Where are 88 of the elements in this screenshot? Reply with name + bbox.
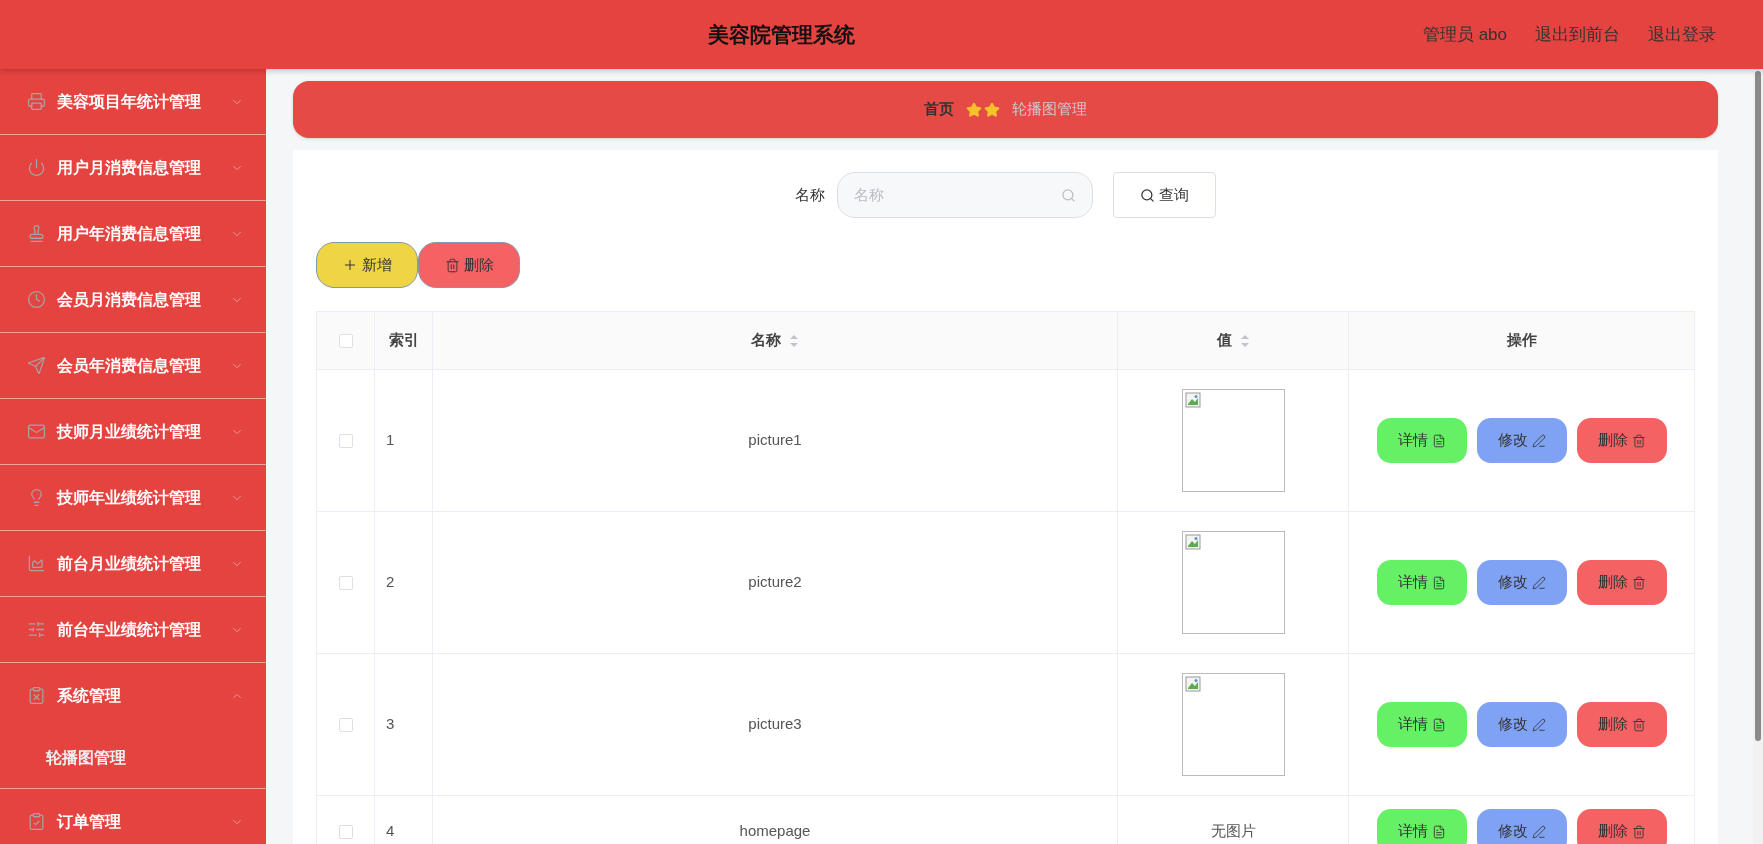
search-label: 名称: [795, 184, 825, 205]
column-header: 名称: [751, 330, 781, 351]
sidebar-item[interactable]: 前台年业绩统计管理: [0, 597, 266, 662]
checkbox[interactable]: [338, 334, 353, 349]
checkbox[interactable]: [338, 718, 353, 733]
query-button[interactable]: 查询: [1113, 172, 1216, 218]
sidebar-item[interactable]: 系统管理: [0, 663, 266, 728]
table-cell: 4: [386, 822, 395, 840]
sidebar-item[interactable]: 订单管理: [0, 789, 266, 844]
search-field[interactable]: 名称: [837, 172, 1093, 218]
sidebar-item[interactable]: 技师月业绩统计管理: [0, 399, 266, 464]
document-icon: [1431, 717, 1446, 732]
column-header: 操作: [1506, 330, 1537, 351]
document-icon: [1431, 575, 1446, 590]
trash-icon: [1631, 575, 1646, 590]
table-cell: 2: [386, 573, 395, 591]
table-cell: 3: [386, 715, 395, 733]
breadcrumb-home[interactable]: 首页: [924, 98, 954, 121]
table-cell: picture2: [748, 573, 802, 591]
star-icon: [966, 101, 982, 118]
checkbox[interactable]: [338, 434, 353, 449]
pen-icon: [1531, 717, 1546, 732]
add-button[interactable]: 新增: [316, 242, 418, 288]
sidebar-item[interactable]: 美容项目年统计管理: [0, 69, 266, 134]
sort-icon[interactable]: [789, 333, 799, 348]
broken-image-icon: [1184, 676, 1201, 692]
pen-icon: [1531, 575, 1546, 590]
edit-button[interactable]: 修改: [1476, 560, 1567, 605]
trash-icon: [1631, 433, 1646, 448]
sidebar-subitem[interactable]: 轮播图管理: [0, 728, 266, 788]
sidebar-item[interactable]: 会员年消费信息管理: [0, 333, 266, 398]
sidebar-item[interactable]: 技师年业绩统计管理: [0, 465, 266, 530]
scrollbar[interactable]: [1753, 69, 1763, 844]
header-link[interactable]: 退出到前台: [1535, 21, 1620, 48]
document-icon: [1431, 433, 1446, 448]
chart-icon: [27, 554, 46, 573]
trash-icon: [1631, 717, 1646, 732]
app-title: 美容院管理系统: [707, 21, 855, 48]
delete-button[interactable]: 删除: [1576, 418, 1667, 463]
sidebar-item[interactable]: 前台月业绩统计管理: [0, 531, 266, 596]
search-icon: [1140, 187, 1155, 203]
trash-icon: [444, 257, 460, 273]
table-cell: 1: [386, 431, 395, 449]
pen-icon: [1531, 824, 1546, 839]
column-header: 索引: [388, 330, 419, 351]
clipboard-check-icon: [27, 812, 46, 831]
sidebar-item[interactable]: 用户月消费信息管理: [0, 135, 266, 200]
printer-icon: [27, 92, 46, 111]
broken-image-icon: [1184, 392, 1201, 408]
plus-icon: [342, 257, 358, 273]
broken-image-icon: [1184, 534, 1201, 550]
checkbox[interactable]: [338, 825, 353, 840]
edit-button[interactable]: 修改: [1476, 809, 1567, 844]
pen-icon: [1531, 433, 1546, 448]
table-cell: picture1: [748, 431, 802, 449]
edit-button[interactable]: 修改: [1476, 702, 1567, 747]
sidebar-item[interactable]: 会员月消费信息管理: [0, 267, 266, 332]
column-header: 值: [1216, 330, 1232, 351]
detail-button[interactable]: 详情: [1376, 418, 1467, 463]
star-icon: [984, 101, 1000, 118]
sliders-icon: [27, 620, 46, 639]
search-icon: [1061, 187, 1076, 203]
breadcrumb-current: 轮播图管理: [1012, 99, 1087, 120]
power-icon: [27, 158, 46, 177]
delete-button[interactable]: 删除: [1576, 809, 1667, 844]
sort-icon[interactable]: [1239, 333, 1250, 348]
table-cell: picture3: [748, 715, 802, 733]
table-cell: homepage: [739, 822, 811, 840]
delete-button[interactable]: 删除: [418, 242, 520, 288]
edit-button[interactable]: 修改: [1476, 418, 1567, 463]
send-icon: [27, 356, 46, 375]
detail-button[interactable]: 详情: [1376, 702, 1467, 747]
document-icon: [1431, 824, 1446, 839]
stamp-icon: [27, 224, 46, 243]
clipboard-icon: [27, 686, 46, 705]
header-link[interactable]: 退出登录: [1648, 21, 1716, 48]
search-input[interactable]: 名称: [854, 183, 1061, 207]
detail-button[interactable]: 详情: [1376, 560, 1467, 605]
trash-icon: [1631, 824, 1646, 839]
mail-icon: [27, 422, 46, 441]
header-link[interactable]: 管理员 abo: [1422, 21, 1507, 48]
delete-button[interactable]: 删除: [1576, 560, 1667, 605]
table-cell-text: 无图片: [1210, 821, 1256, 842]
clock-icon: [27, 290, 46, 309]
delete-button[interactable]: 删除: [1576, 702, 1667, 747]
sidebar-item[interactable]: 用户年消费信息管理: [0, 201, 266, 266]
detail-button[interactable]: 详情: [1376, 809, 1467, 844]
checkbox[interactable]: [338, 576, 353, 591]
